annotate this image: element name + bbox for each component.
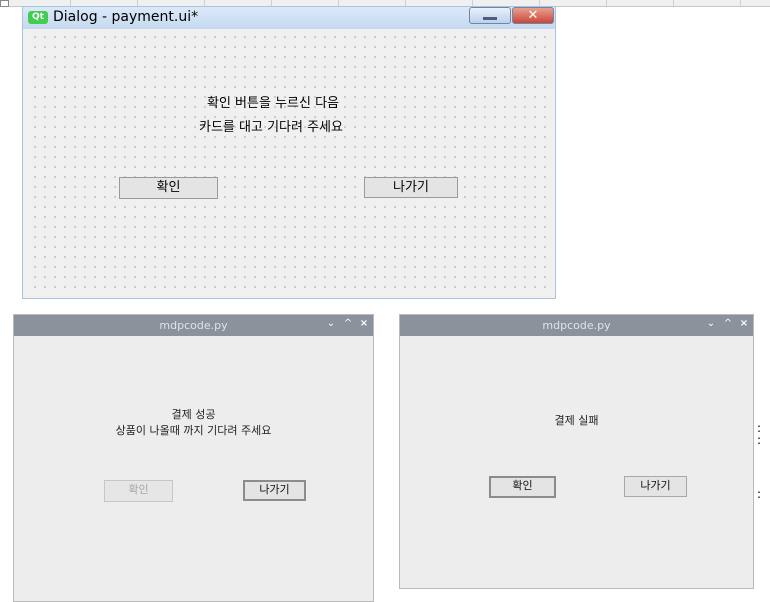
column-divider: [740, 0, 741, 6]
maximize-icon[interactable]: ^: [342, 318, 354, 329]
instruction-label-line1: 확인 버튼을 누르신 다음: [207, 96, 339, 111]
column-divider: [673, 0, 674, 6]
success-window-titlebar[interactable]: mdpcode.py ⌄ ^ ×: [14, 315, 373, 336]
maximize-icon[interactable]: ^: [722, 318, 734, 329]
designer-form-canvas[interactable]: 확인 버튼을 누르신 다음 카드를 대고 기다려 주세요 확인 나가기: [27, 29, 551, 295]
success-window-title: mdpcode.py: [159, 319, 228, 332]
confirm-button[interactable]: 확인: [104, 480, 173, 502]
exit-button[interactable]: 나가기: [364, 177, 458, 198]
success-status-label: 결제 성공: [171, 408, 216, 421]
exit-button[interactable]: 나가기: [243, 480, 306, 501]
close-icon: ✕: [527, 8, 539, 23]
column-divider: [606, 0, 607, 6]
close-icon[interactable]: ×: [358, 318, 370, 329]
payment-fail-window: mdpcode.py ⌄ ^ × 결제 실패 확인 나가기: [399, 314, 754, 589]
fail-window-titlebar[interactable]: mdpcode.py ⌄ ^ ×: [400, 315, 753, 336]
exit-button[interactable]: 나가기: [624, 476, 687, 497]
designer-titlebar[interactable]: Qt Dialog - payment.ui* ✕: [23, 7, 555, 29]
payment-success-window: mdpcode.py ⌄ ^ × 결제 성공 상품이 나올때 까지 기다려 주세…: [13, 314, 374, 602]
qt-logo-icon: Qt: [28, 11, 48, 24]
fail-window-title: mdpcode.py: [542, 319, 611, 332]
close-icon[interactable]: ×: [738, 318, 750, 329]
minimize-icon[interactable]: ⌄: [705, 318, 717, 329]
instruction-label-line2: 카드를 대고 기다려 주세요: [199, 120, 343, 135]
designer-window-title: Dialog - payment.ui*: [53, 9, 199, 25]
confirm-button[interactable]: 확인: [119, 177, 218, 199]
select-all-corner[interactable]: [0, 0, 9, 7]
confirm-button[interactable]: 확인: [489, 476, 556, 498]
edge-mark: :: [757, 487, 762, 501]
designer-dialog-window: Qt Dialog - payment.ui* ✕ 확인 버튼을 누르신 다음 …: [22, 6, 556, 299]
fail-status-label: 결제 실패: [554, 414, 599, 427]
close-button[interactable]: ✕: [512, 7, 554, 24]
success-wait-label: 상품이 나올때 까지 기다려 주세요: [115, 424, 272, 437]
edge-mark: :: [757, 433, 762, 447]
minimize-icon[interactable]: ⌄: [325, 318, 337, 329]
minimize-button[interactable]: [469, 7, 511, 24]
